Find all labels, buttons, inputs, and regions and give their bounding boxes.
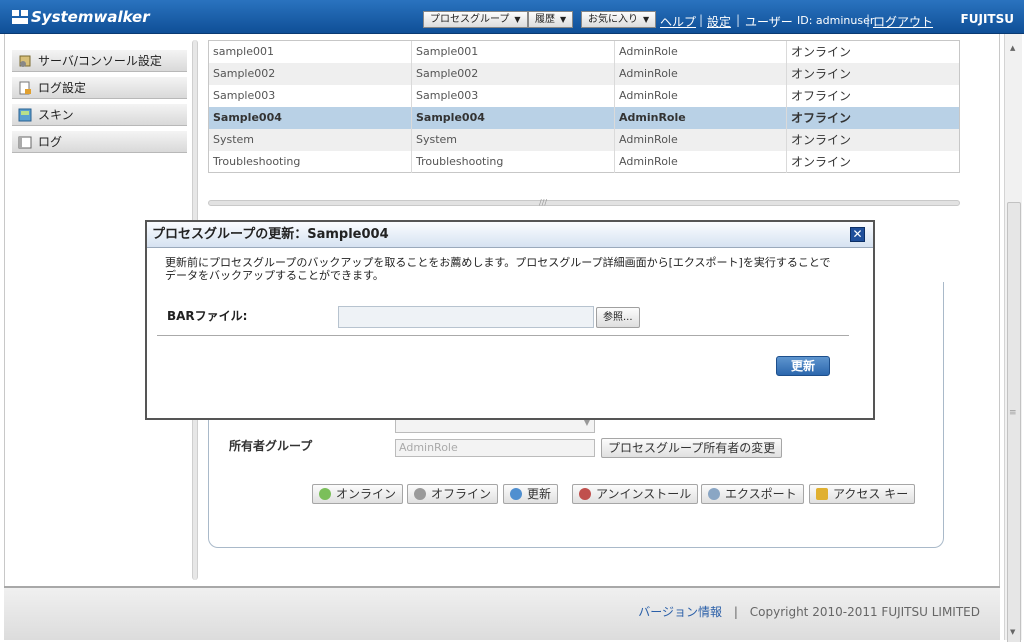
dialog-message-line: 更新前にプロセスグループのバックアップを取ることをお薦めします。プロセスグループ… bbox=[165, 256, 831, 269]
bar-file-label: BARファイル: bbox=[167, 309, 248, 323]
update-process-group-dialog: プロセスグループの更新：Sample004 ✕ 更新前にプロセスグループのバック… bbox=[145, 220, 875, 420]
dialog-message-line: データをバックアップすることができます。 bbox=[165, 269, 384, 282]
browse-button[interactable]: 参照... bbox=[596, 307, 640, 328]
dialog-message: 更新前にプロセスグループのバックアップを取ることをお薦めします。プロセスグループ… bbox=[165, 256, 855, 282]
bar-file-input[interactable] bbox=[338, 306, 594, 328]
dialog-divider bbox=[157, 335, 849, 336]
close-icon[interactable]: ✕ bbox=[850, 227, 865, 242]
dialog-update-button[interactable]: 更新 bbox=[776, 356, 830, 376]
dialog-title: プロセスグループの更新：Sample004 bbox=[147, 222, 873, 248]
